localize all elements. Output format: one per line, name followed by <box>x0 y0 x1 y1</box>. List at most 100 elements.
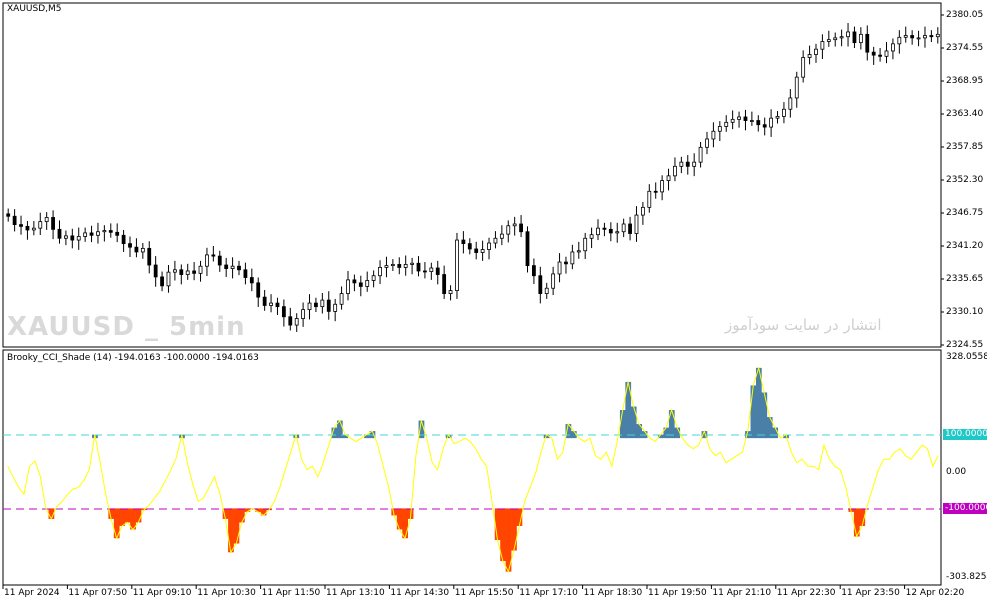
candle-body <box>108 230 113 233</box>
price-tick-label: 2346.75 <box>946 208 984 218</box>
cci-bear-bar <box>124 508 131 523</box>
candle-body <box>224 264 229 269</box>
candle-body <box>692 161 697 167</box>
candle-body <box>621 223 626 233</box>
candle-body <box>57 228 62 239</box>
candle-body <box>717 126 722 132</box>
candle-body <box>6 213 11 217</box>
candle-body <box>249 277 254 284</box>
candle-body <box>160 276 164 287</box>
time-tick-label: 12 Apr 02:20 <box>905 588 965 598</box>
candle-body <box>711 130 716 140</box>
price-tick-label: 2352.30 <box>946 175 984 185</box>
candle-body <box>365 280 370 287</box>
candle-body <box>179 269 184 275</box>
candle-body <box>865 33 870 53</box>
candle-body <box>737 116 741 120</box>
time-tick-label: 11 Apr 15:50 <box>454 588 514 598</box>
candle-body <box>480 249 485 253</box>
candle-body <box>288 316 293 326</box>
candle-body <box>384 265 389 268</box>
candle-body <box>448 290 453 294</box>
watermark-persian: انتشار در سایت سودآموز <box>725 316 882 334</box>
candle-body <box>102 230 107 233</box>
candle-body <box>153 264 158 278</box>
candle-body <box>314 302 318 308</box>
candle-body <box>172 269 177 273</box>
cci-bear-bar <box>233 508 240 544</box>
candle-body <box>44 217 49 223</box>
candle-body <box>307 302 312 311</box>
candle-body <box>38 221 43 229</box>
cci-bull-bar <box>668 410 675 439</box>
candle-body <box>198 265 203 274</box>
candle-body <box>397 264 402 268</box>
candle-body <box>570 251 575 265</box>
candle-body <box>474 248 479 253</box>
cci-bear-bar <box>119 508 126 526</box>
candle-body <box>820 41 825 50</box>
candle-body <box>378 267 382 277</box>
time-tick-label: 11 Apr 21:10 <box>712 588 772 598</box>
candle-body <box>743 116 748 121</box>
candle-body <box>301 309 306 319</box>
candle-body <box>769 117 774 128</box>
chart-canvas[interactable] <box>0 0 987 605</box>
candle-body <box>807 54 812 58</box>
candle-body <box>205 254 209 267</box>
time-tick-label: 11 Apr 13:10 <box>326 588 385 598</box>
indicator-title: Brooky_CCI_Shade (14) -194.0163 -100.000… <box>7 353 259 363</box>
candle-body <box>724 121 729 127</box>
candle-body <box>532 265 536 277</box>
candle-body <box>564 261 568 265</box>
candle-body <box>929 35 934 38</box>
candle-body <box>602 227 607 230</box>
candle-body <box>794 76 799 99</box>
candle-body <box>416 262 421 272</box>
candle-body <box>685 161 690 167</box>
candle-body <box>903 35 908 38</box>
indicator-scale-top: 328.0558 <box>946 352 987 362</box>
candle-body <box>666 175 671 181</box>
lower-level-tag: -100.0000 <box>943 503 987 514</box>
candle-body <box>660 180 665 193</box>
candle-body <box>140 247 145 253</box>
candle-body <box>833 37 838 41</box>
candle-body <box>83 232 88 237</box>
candle-body <box>589 234 594 239</box>
candle-body <box>512 223 517 227</box>
candle-body <box>19 224 23 227</box>
time-tick-label: 11 Apr 22:30 <box>776 588 836 598</box>
time-tick-label: 11 Apr 14:30 <box>390 588 450 598</box>
price-tick-label: 2363.40 <box>946 109 984 119</box>
candle-body <box>487 242 491 250</box>
candle-body <box>846 31 850 38</box>
candle-body <box>897 36 902 45</box>
candle-body <box>698 146 703 163</box>
candle-body <box>647 190 652 208</box>
candle-body <box>461 239 466 245</box>
candle-body <box>243 269 248 278</box>
candle-body <box>935 33 940 38</box>
candle-body <box>31 227 36 231</box>
candle-body <box>615 231 620 234</box>
candle-body <box>70 235 75 241</box>
candle-body <box>275 302 280 308</box>
candle-body <box>12 215 17 225</box>
candle-body <box>346 279 350 294</box>
candle-body <box>608 228 613 234</box>
time-tick-label: 11 Apr 07:50 <box>68 588 128 598</box>
candle-body <box>76 236 81 241</box>
price-tick-label: 2368.95 <box>946 76 984 86</box>
price-tick-label: 2324.55 <box>946 340 984 350</box>
candle-body <box>679 161 684 167</box>
candle-body <box>25 225 30 231</box>
candle-body <box>211 254 216 257</box>
time-tick-label: 11 Apr 23:50 <box>841 588 900 598</box>
candle-body <box>506 225 511 235</box>
candle-body <box>923 35 927 39</box>
candle-body <box>640 206 645 216</box>
watermark-symbol: XAUUSD _ 5min <box>7 312 246 342</box>
candle-body <box>878 54 882 57</box>
candle-body <box>730 118 735 123</box>
